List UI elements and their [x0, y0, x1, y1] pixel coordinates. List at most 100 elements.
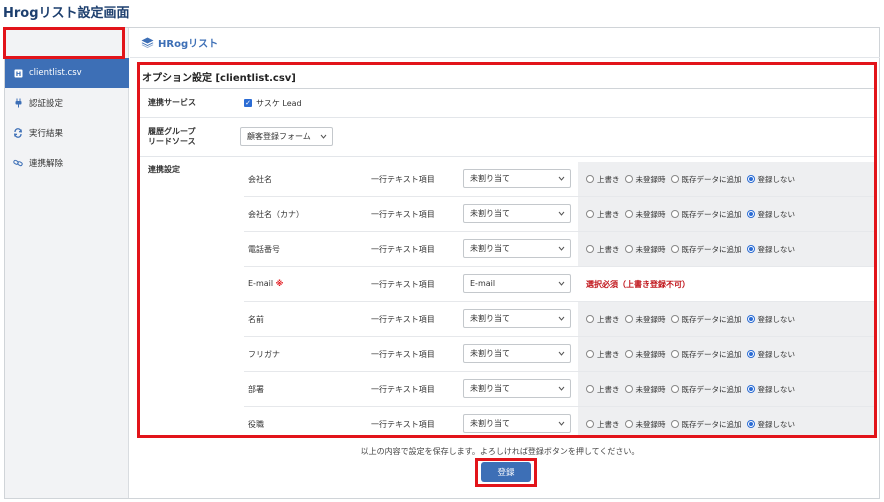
- layers-icon: [141, 37, 154, 48]
- radio-label: 未登録時: [635, 384, 666, 394]
- required-mark: ※: [275, 279, 284, 288]
- radio-label: 登録しない: [757, 419, 796, 429]
- radio-overwrite[interactable]: [586, 350, 594, 358]
- radio-append[interactable]: [670, 385, 679, 393]
- field-select[interactable]: 未割り当て: [463, 379, 571, 398]
- update-mode-radios: 上書き 未登録時 既存データに追加 登録しない: [578, 337, 874, 371]
- radio-append[interactable]: [670, 420, 679, 428]
- update-mode-radios: 上書き 未登録時 既存データに追加 登録しない: [578, 197, 874, 231]
- service-row: 連携サービス ✓ サスケ Lead: [140, 89, 874, 118]
- radio-do-not-register[interactable]: [746, 350, 755, 358]
- field-row: 電話番号 一行テキスト項目 未割り当て 上書き 未登録時 既存データに追加 登録…: [244, 232, 874, 267]
- chevron-down-icon: [558, 281, 565, 286]
- radio-label: 登録しない: [757, 174, 796, 184]
- service-label: 連携サービス: [148, 98, 196, 107]
- radio-label: 既存データに追加: [681, 349, 742, 359]
- radio-if-unregistered[interactable]: [624, 315, 633, 323]
- field-select[interactable]: 未割り当て: [463, 204, 571, 223]
- radio-overwrite[interactable]: [586, 315, 594, 323]
- field-select-value: 未割り当て: [470, 174, 510, 183]
- radio-label: 上書き: [597, 349, 620, 359]
- radio-if-unregistered[interactable]: [624, 350, 633, 358]
- sidebar-item-auth[interactable]: 認証設定: [5, 88, 129, 118]
- history-row: 履歴グループ リードソース 顧客登録フォーム: [140, 118, 874, 157]
- radio-label: 登録しない: [757, 244, 796, 254]
- sidebar-item-label: 連携解除: [29, 159, 64, 169]
- radio-label: 既存データに追加: [681, 384, 742, 394]
- radio-label: 登録しない: [757, 314, 796, 324]
- chevron-down-icon: [558, 176, 565, 181]
- radio-label: 未登録時: [635, 244, 666, 254]
- field-select[interactable]: E-mail: [463, 274, 571, 293]
- radio-if-unregistered[interactable]: [624, 175, 633, 183]
- update-mode-radios: 上書き 未登録時 既存データに追加 登録しない: [578, 232, 874, 266]
- radio-overwrite[interactable]: [586, 175, 594, 183]
- radio-overwrite[interactable]: [586, 245, 594, 253]
- sidebar-item-label: clientlist.csv: [29, 68, 82, 78]
- update-mode-radios: 上書き 未登録時 既存データに追加 登録しない: [578, 162, 874, 196]
- field-select-value: 未割り当て: [470, 384, 510, 393]
- chevron-down-icon: [558, 246, 565, 251]
- radio-if-unregistered[interactable]: [624, 245, 633, 253]
- field-select-value: E-mail: [470, 279, 496, 288]
- update-mode-radios: 上書き 未登録時 既存データに追加 登録しない: [578, 302, 874, 336]
- field-select[interactable]: 未割り当て: [463, 309, 571, 328]
- update-mode-radios: 上書き 未登録時 既存データに追加 登録しない: [578, 407, 874, 435]
- field-type: 一行テキスト項目: [371, 420, 435, 429]
- sidebar-item-results[interactable]: 実行結果: [5, 118, 129, 148]
- field-select[interactable]: 未割り当て: [463, 239, 571, 258]
- field-name-text: E-mail: [248, 279, 274, 288]
- field-select-value: 未割り当て: [470, 244, 510, 253]
- radio-overwrite[interactable]: [586, 420, 594, 428]
- radio-overwrite[interactable]: [586, 210, 594, 218]
- radio-do-not-register[interactable]: [746, 385, 755, 393]
- radio-if-unregistered[interactable]: [624, 420, 633, 428]
- service-checkbox[interactable]: ✓: [244, 99, 252, 107]
- page-title: Hrogリスト設定画面: [3, 6, 130, 21]
- sidebar-item-clientlist[interactable]: H clientlist.csv: [5, 58, 129, 88]
- radio-append[interactable]: [670, 245, 679, 253]
- radio-label: 未登録時: [635, 349, 666, 359]
- history-label-line2: リードソース: [148, 137, 196, 146]
- field-type: 一行テキスト項目: [371, 245, 435, 254]
- field-type: 一行テキスト項目: [371, 210, 435, 219]
- radio-label: 未登録時: [635, 314, 666, 324]
- radio-do-not-register[interactable]: [746, 420, 755, 428]
- field-select-value: 未割り当て: [470, 349, 510, 358]
- chevron-down-icon: [558, 211, 565, 216]
- save-button[interactable]: 登録: [481, 462, 531, 482]
- field-name: 役職: [248, 420, 264, 429]
- options-panel: オプション設定 [clientlist.csv] 連携サービス ✓ サスケ Le…: [137, 62, 877, 438]
- radio-append[interactable]: [670, 175, 679, 183]
- field-select[interactable]: 未割り当て: [463, 169, 571, 188]
- radio-do-not-register[interactable]: [746, 315, 755, 323]
- radio-append[interactable]: [670, 315, 679, 323]
- radio-do-not-register[interactable]: [746, 210, 755, 218]
- top-bar: HRogリスト: [130, 28, 880, 58]
- svg-text:H: H: [15, 70, 20, 78]
- radio-if-unregistered[interactable]: [624, 210, 633, 218]
- radio-overwrite[interactable]: [586, 385, 594, 393]
- chevron-down-icon: [558, 386, 565, 391]
- radio-do-not-register[interactable]: [746, 175, 755, 183]
- radio-label: 既存データに追加: [681, 209, 742, 219]
- radio-label: 登録しない: [757, 384, 796, 394]
- radio-append[interactable]: [670, 350, 679, 358]
- field-type: 一行テキスト項目: [371, 350, 435, 359]
- radio-append[interactable]: [670, 210, 679, 218]
- brand-logo: HRogリスト: [141, 35, 218, 50]
- field-type: 一行テキスト項目: [371, 175, 435, 184]
- sidebar-item-unlink[interactable]: 連携解除: [5, 148, 129, 178]
- field-name: 部署: [248, 385, 264, 394]
- radio-do-not-register[interactable]: [746, 245, 755, 253]
- sidebar: H clientlist.csv 認証設定 実行結果 連携解除: [5, 28, 129, 498]
- chevron-down-icon: [558, 351, 565, 356]
- field-name: 会社名（カナ）: [248, 210, 304, 219]
- field-select[interactable]: 未割り当て: [463, 414, 571, 433]
- radio-if-unregistered[interactable]: [624, 385, 633, 393]
- field-row: 部署 一行テキスト項目 未割り当て 上書き 未登録時 既存データに追加 登録しな…: [244, 372, 874, 407]
- field-select[interactable]: 未割り当て: [463, 344, 571, 363]
- radio-label: 既存データに追加: [681, 174, 742, 184]
- history-select[interactable]: 顧客登録フォーム: [240, 127, 333, 146]
- brand-name: HRogリスト: [158, 39, 219, 50]
